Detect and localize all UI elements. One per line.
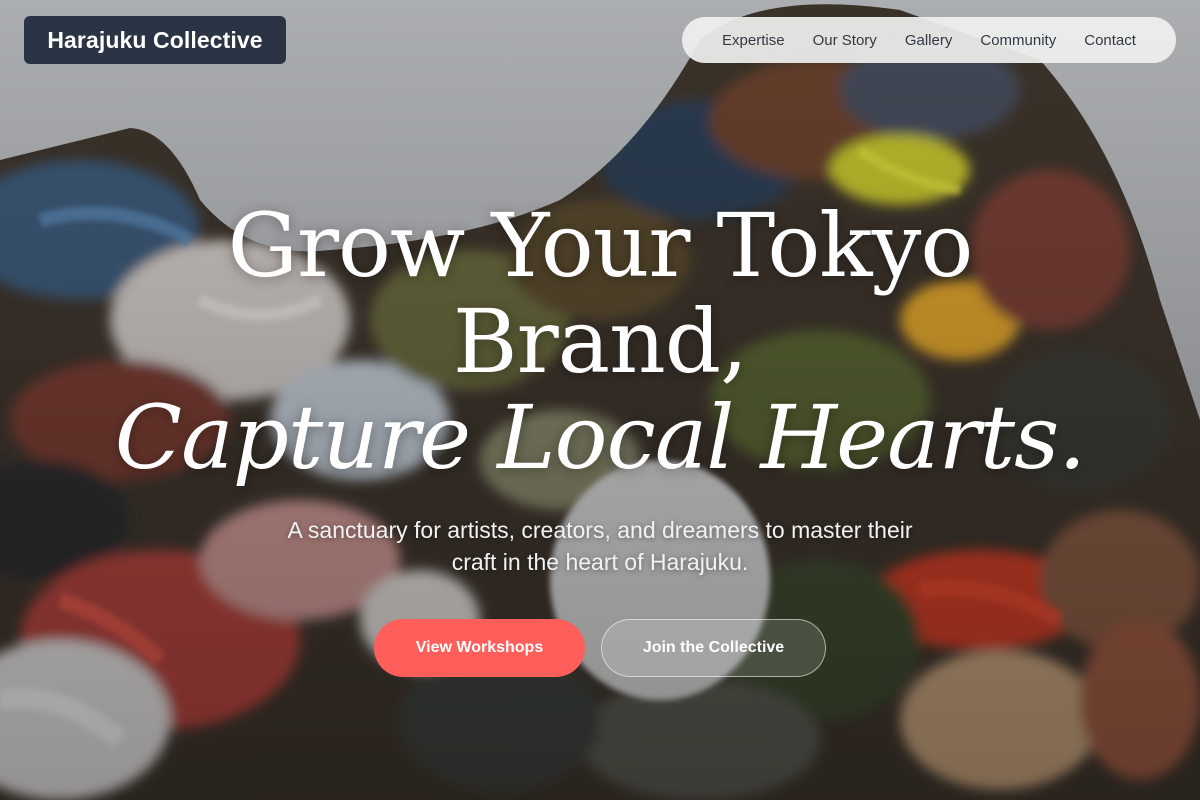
brand-logo[interactable]: Harajuku Collective: [24, 16, 286, 64]
nav-item-expertise[interactable]: Expertise: [720, 28, 787, 53]
nav-item-gallery[interactable]: Gallery: [903, 28, 955, 53]
join-collective-button[interactable]: Join the Collective: [601, 619, 826, 677]
hero-title-line-1: Grow Your Tokyo: [227, 194, 974, 297]
hero-title-line-3: Capture Local Hearts.: [114, 386, 1086, 489]
nav-item-community[interactable]: Community: [978, 28, 1058, 53]
nav-item-our-story[interactable]: Our Story: [811, 28, 879, 53]
main-nav: Expertise Our Story Gallery Community Co…: [682, 17, 1176, 63]
hero-title-line-2: Brand,: [452, 290, 748, 393]
view-workshops-button[interactable]: View Workshops: [374, 619, 585, 677]
nav-item-contact[interactable]: Contact: [1082, 28, 1138, 53]
hero-title: Grow Your Tokyo Brand, Capture Local Hea…: [0, 198, 1200, 486]
hero-subtitle: A sanctuary for artists, creators, and d…: [287, 517, 913, 575]
